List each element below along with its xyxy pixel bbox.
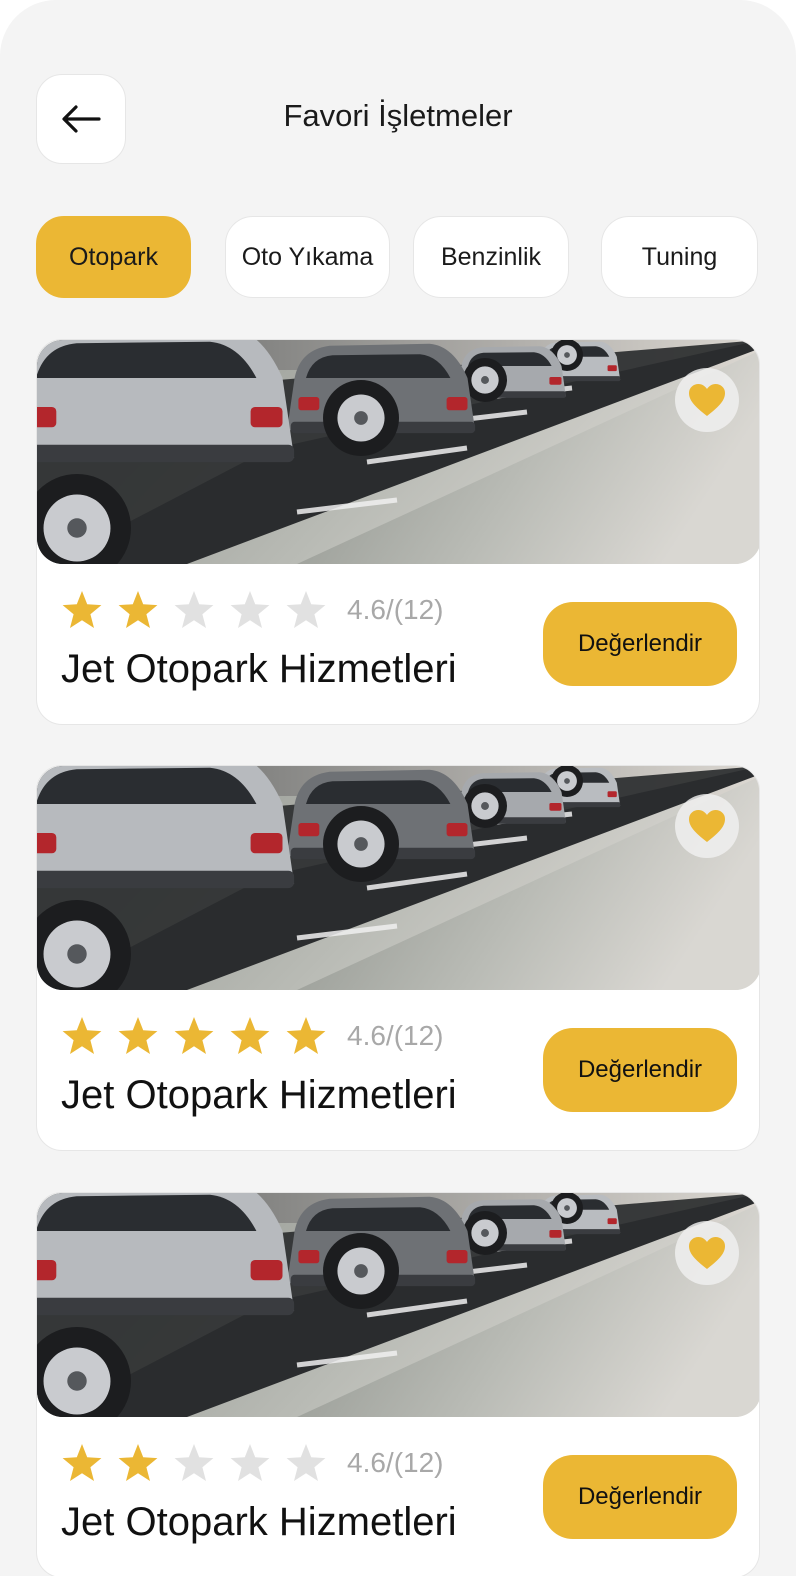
parking-photo — [37, 340, 759, 564]
favorite-button[interactable] — [675, 794, 739, 858]
parking-photo — [37, 766, 759, 990]
listing-card[interactable]: 4.6/(12) Jet Otopark Hizmetleri Değerlen… — [36, 765, 760, 1151]
business-name: Jet Otopark Hizmetleri — [61, 1500, 457, 1544]
star-icon — [174, 591, 214, 628]
star-rating: 4.6/(12) — [61, 1443, 444, 1483]
star-icon — [118, 1444, 158, 1481]
star-icon — [62, 1444, 102, 1481]
star-icon — [286, 1017, 326, 1054]
rate-button[interactable]: Değerlendir — [543, 1455, 737, 1539]
star-icon — [230, 591, 270, 628]
star-icon — [174, 1017, 214, 1054]
heart-icon — [689, 1237, 725, 1269]
star-icon — [174, 1444, 214, 1481]
star-icon — [230, 1017, 270, 1054]
rate-button[interactable]: Değerlendir — [543, 1028, 737, 1112]
rate-button[interactable]: Değerlendir — [543, 602, 737, 686]
tab-benzinlik[interactable]: Benzinlik — [413, 216, 569, 298]
star-rating: 4.6/(12) — [61, 1016, 444, 1056]
favorite-button[interactable] — [675, 368, 739, 432]
page-title: Favori İşletmeler — [283, 98, 513, 133]
star-icon — [286, 1444, 326, 1481]
listing-card[interactable]: 4.6/(12) Jet Otopark Hizmetleri Değerlen… — [36, 1192, 760, 1576]
parking-photo — [37, 1193, 759, 1417]
star-icon — [230, 1444, 270, 1481]
business-name: Jet Otopark Hizmetleri — [61, 647, 457, 691]
star-icon — [118, 1017, 158, 1054]
tab-tuning[interactable]: Tuning — [601, 216, 758, 298]
rating-text: 4.6/(12) — [347, 1447, 444, 1478]
heart-icon — [689, 810, 725, 842]
star-rating: 4.6/(12) — [61, 590, 444, 630]
tab-oto-yikama[interactable]: Oto Yıkama — [225, 216, 390, 298]
star-icon — [62, 591, 102, 628]
rating-text: 4.6/(12) — [347, 1020, 444, 1051]
favorites-screen: Favori İşletmeler Otopark Oto Yıkama Ben… — [0, 0, 796, 1576]
favorite-button[interactable] — [675, 1221, 739, 1285]
business-name: Jet Otopark Hizmetleri — [61, 1073, 457, 1117]
star-icon — [286, 591, 326, 628]
listing-card[interactable]: 4.6/(12) Jet Otopark Hizmetleri Değerlen… — [36, 339, 760, 725]
heart-icon — [689, 384, 725, 416]
star-icon — [118, 591, 158, 628]
rating-text: 4.6/(12) — [347, 594, 444, 625]
star-icon — [62, 1017, 102, 1054]
tab-otopark[interactable]: Otopark — [36, 216, 191, 298]
